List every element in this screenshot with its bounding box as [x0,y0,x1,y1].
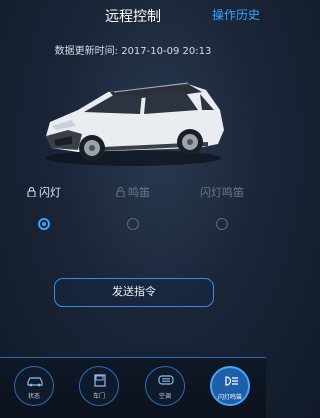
option-flash-label: 闪灯 [39,186,61,199]
option-flash-horn-label: 闪灯鸣笛 [200,186,244,199]
send-command-button[interactable]: 发送指令 [54,278,214,307]
option-flash-horn[interactable]: 闪灯鸣笛 [178,184,266,230]
action-options: 闪灯 鸣笛 闪灯鸣笛 [0,184,266,244]
option-flash[interactable]: 闪灯 [0,184,88,230]
headlight-icon [225,376,238,386]
option-flash-horn-radio[interactable] [216,218,228,230]
tab-ac-label: 空调 [158,393,171,400]
lock-icon [116,187,125,197]
tab-door[interactable]: 车门 [79,366,119,406]
tab-flash-horn-label: 闪灯鸣笛 [217,394,242,401]
tab-ac[interactable]: 空调 [145,366,185,406]
ac-icon [158,375,174,385]
option-horn-label: 鸣笛 [128,186,150,199]
operation-history-button[interactable]: 操作历史 [212,6,260,23]
car-image [45,82,224,166]
option-flash-radio[interactable] [38,218,50,230]
update-time-label: 数据更新时间: 2017-10-09 20:13 [54,46,212,57]
option-horn-radio[interactable] [127,218,139,230]
door-icon [94,374,106,387]
tab-door-label: 车门 [92,393,105,400]
option-horn[interactable]: 鸣笛 [89,184,177,230]
tab-status[interactable]: 状态 [14,366,54,406]
tab-status-label: 状态 [27,393,40,400]
lock-icon [27,187,36,197]
car-icon [27,377,43,387]
tab-flash-horn[interactable]: 闪灯鸣笛 [210,366,250,406]
header: 远程控制 操作历史 [0,0,266,32]
